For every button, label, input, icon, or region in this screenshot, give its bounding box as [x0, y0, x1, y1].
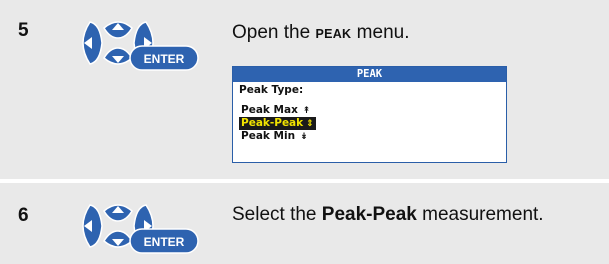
step-number: 6 — [18, 205, 29, 226]
screen-title: PEAK — [233, 67, 506, 82]
menu-option-peak-min[interactable]: Peak Min ↡ — [239, 130, 500, 143]
screen-body: Peak Type: Peak Max ↟ Peak-Peak ⇕ Peak Min… — [233, 82, 506, 145]
navigation-keypad: ENTER — [70, 14, 210, 72]
step-5-instruction: Open the PEAK menu. — [232, 22, 410, 43]
enter-button-label: ENTER — [144, 235, 185, 249]
keypad-graphic: ENTER — [82, 204, 199, 254]
keypad-graphic: ENTER — [82, 21, 199, 71]
menu-option-peak-peak[interactable]: Peak-Peak ⇕ — [239, 117, 500, 130]
step-5-row: 5 ENTER Open the PEAK menu. PEAK Peak Ty… — [0, 0, 609, 179]
peak-peak-keyword: Peak-Peak — [321, 204, 417, 225]
enter-button-label: ENTER — [144, 52, 185, 66]
step-6-instruction: Select the Peak-Peak measurement. — [232, 204, 544, 225]
step-6-row: 6 ENTER Select the Peak-Peak measurement… — [0, 183, 609, 264]
navigation-keypad: ENTER — [70, 197, 210, 255]
peak-type-heading: Peak Type: — [239, 84, 304, 96]
peak-peak-icon: ⇕ — [306, 119, 314, 129]
menu-option-peak-max[interactable]: Peak Max ↟ — [239, 104, 500, 117]
peak-min-icon: ↡ — [300, 132, 308, 142]
peak-keyword: PEAK — [315, 27, 352, 41]
peak-menu-screen: PEAK Peak Type: Peak Max ↟ Peak-Peak ⇕ Pea… — [232, 66, 507, 163]
step-number: 5 — [18, 20, 29, 41]
peak-max-icon: ↟ — [302, 106, 311, 116]
